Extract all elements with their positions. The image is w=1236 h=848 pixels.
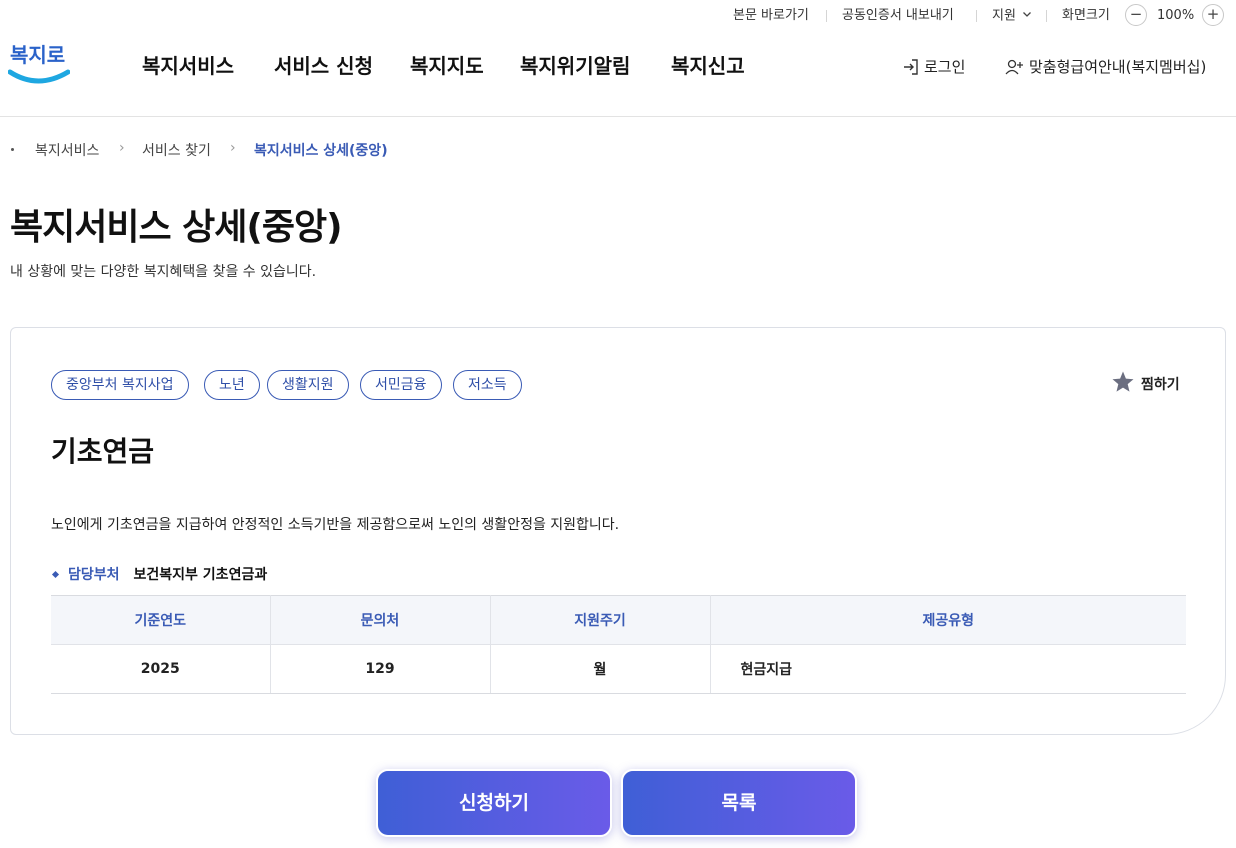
breadcrumb-item-find-service[interactable]: 서비스 찾기	[142, 140, 211, 160]
support-label: 지원	[992, 8, 1016, 24]
star-icon	[1111, 370, 1135, 398]
service-info-table: 기준연도 문의처 지원주기 제공유형 2025 129 월 현금지급	[51, 595, 1186, 694]
login-label: 로그인	[924, 58, 966, 76]
support-dropdown[interactable]: 지원	[992, 8, 1032, 25]
column-header-provision-type: 제공유형	[710, 595, 1186, 645]
chevron-down-icon	[1022, 8, 1032, 24]
tag-low-income-finance[interactable]: 서민금융	[360, 370, 442, 400]
breadcrumb-item-current: 복지서비스 상세(중앙)	[254, 143, 388, 159]
cell-provision-type: 현금지급	[710, 644, 1186, 694]
divider	[826, 10, 827, 22]
cell-contact: 129	[270, 644, 491, 694]
logo-mark: 복지로	[7, 43, 71, 84]
user-plus-icon	[1005, 58, 1025, 76]
cell-support-cycle: 월	[490, 644, 711, 694]
divider	[976, 10, 977, 22]
tag-elderly[interactable]: 노년	[204, 370, 260, 400]
header-divider	[0, 116, 1236, 117]
diamond-bullet-icon	[51, 570, 60, 578]
column-header-base-year: 기준연도	[51, 595, 271, 645]
breadcrumb-item-welfare-services[interactable]: 복지서비스	[35, 140, 99, 160]
breadcrumb-bullet	[11, 148, 14, 151]
nav-service-apply[interactable]: 서비스 신청	[274, 50, 373, 79]
tag-living-support[interactable]: 생활지원	[267, 370, 349, 400]
service-name: 기초연금	[51, 435, 155, 468]
zoom-level: 100%	[1157, 8, 1195, 23]
membership-link[interactable]: 맞춤형급여안내(복지멤버십)	[1005, 56, 1206, 77]
nav-welfare-report[interactable]: 복지신고	[671, 50, 745, 79]
column-header-support-cycle: 지원주기	[490, 595, 711, 645]
nav-welfare-map[interactable]: 복지지도	[410, 50, 484, 79]
nav-welfare-services[interactable]: 복지서비스	[142, 50, 234, 79]
service-description: 노인에게 기초연금을 지급하여 안정적인 소득기반을 제공함으로써 노인의 생활…	[51, 517, 620, 533]
utility-bar: 본문 바로가기 공동인증서 내보내기 지원 화면크기 − 100% +	[0, 0, 1236, 32]
apply-button[interactable]: 신청하기	[376, 769, 612, 837]
site-logo[interactable]: 복지로	[7, 34, 71, 88]
department-label: 담당부처	[68, 567, 120, 583]
page-subtitle: 내 상황에 맞는 다양한 복지혜택을 찾을 수 있습니다.	[10, 264, 317, 280]
page-title: 복지서비스 상세(중앙)	[10, 207, 343, 248]
department-row: 담당부처 보건복지부 기초연금과	[51, 564, 267, 584]
cert-export-link[interactable]: 공동인증서 내보내기	[842, 8, 954, 24]
table-header-row: 기준연도 문의처 지원주기 제공유형	[51, 595, 1186, 645]
nav-welfare-crisis-alert[interactable]: 복지위기알림	[520, 50, 630, 79]
zoom-out-button[interactable]: −	[1125, 4, 1147, 26]
chevron-right-icon: ›	[119, 140, 125, 156]
logo-text: 복지로	[10, 43, 65, 67]
skip-to-content-link[interactable]: 본문 바로가기	[733, 8, 809, 24]
service-detail-card: 중앙부처 복지사업 노년 생활지원 서민금융 저소득 찜하기 기초연금 노인에게…	[10, 327, 1226, 735]
table-row: 2025 129 월 현금지급	[51, 644, 1186, 694]
cell-base-year: 2025	[51, 644, 271, 694]
tag-low-income[interactable]: 저소득	[453, 370, 522, 400]
membership-label: 맞춤형급여안내(복지멤버십)	[1029, 58, 1207, 76]
divider	[1046, 10, 1047, 22]
tag-central-ministry[interactable]: 중앙부처 복지사업	[51, 370, 189, 400]
favorite-button[interactable]: 찜하기	[1111, 370, 1180, 398]
column-header-contact: 문의처	[270, 595, 491, 645]
chevron-right-icon: ›	[230, 140, 236, 156]
screen-size-label: 화면크기	[1062, 8, 1110, 23]
department-value: 보건복지부 기초연금과	[133, 567, 268, 583]
login-icon	[902, 58, 920, 76]
favorite-label: 찜하기	[1141, 377, 1180, 393]
login-link[interactable]: 로그인	[902, 56, 965, 77]
list-button[interactable]: 목록	[621, 769, 857, 837]
zoom-in-button[interactable]: +	[1202, 4, 1224, 26]
